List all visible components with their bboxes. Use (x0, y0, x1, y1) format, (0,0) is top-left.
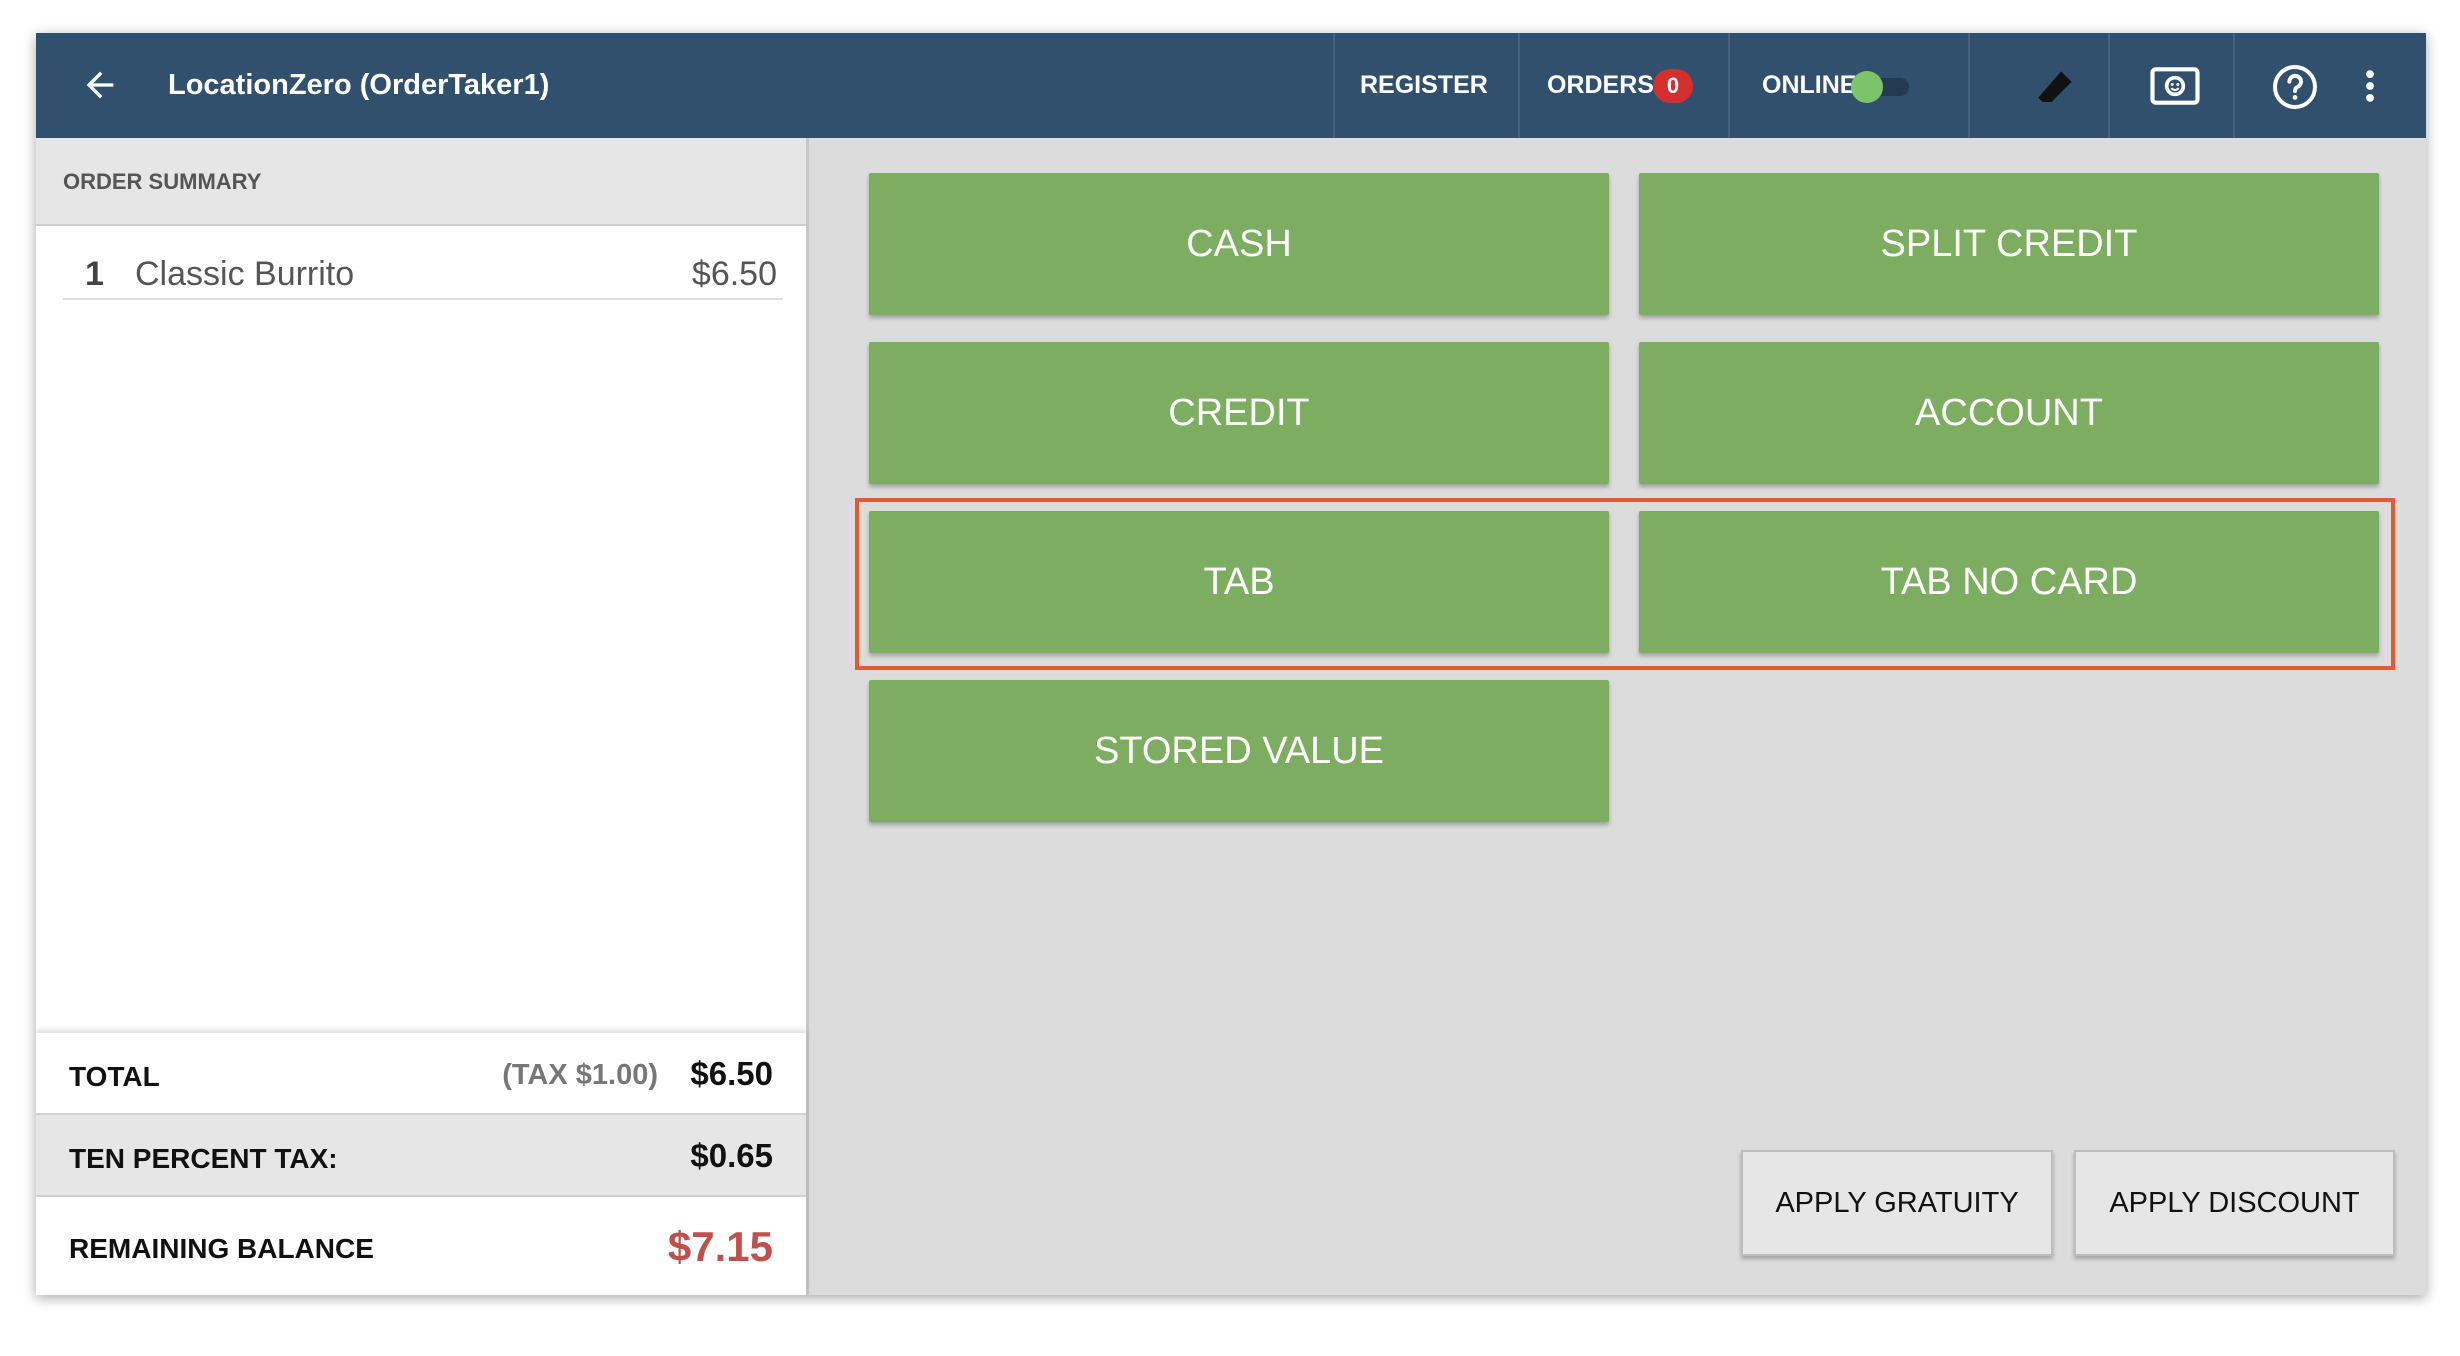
more-vertical-icon[interactable] (2364, 69, 2376, 103)
eraser-icon[interactable] (2034, 67, 2076, 109)
divider (2108, 33, 2110, 138)
divider (1518, 33, 1520, 138)
apply-discount-button[interactable]: APPLY DISCOUNT (2074, 1150, 2395, 1256)
tax-value: $0.65 (690, 1137, 773, 1174)
divider (1333, 33, 1335, 138)
page-title: LocationZero (OrderTaker1) (168, 69, 550, 101)
credit-button[interactable]: CREDIT (869, 342, 1609, 484)
total-value: $6.50 (690, 1055, 773, 1092)
toggle-thumb (1851, 71, 1883, 103)
remaining-balance-label: REMAINING BALANCE (69, 1233, 374, 1264)
divider (1968, 33, 1970, 138)
online-toggle[interactable] (1851, 71, 1913, 103)
cash-button[interactable]: CASH (869, 173, 1609, 315)
remaining-balance-row: REMAINING BALANCE $7.15 (36, 1197, 806, 1295)
top-app-bar: LocationZero (OrderTaker1) REGISTER ORDE… (36, 33, 2426, 138)
tab-options-highlight (855, 498, 2395, 670)
order-summary-heading: ORDER SUMMARY (63, 169, 262, 194)
register-button[interactable]: REGISTER (1360, 33, 1488, 138)
apply-gratuity-button[interactable]: APPLY GRATUITY (1741, 1150, 2053, 1256)
tax-row: TEN PERCENT TAX: $0.65 (36, 1115, 806, 1197)
tax-label: TEN PERCENT TAX: (69, 1143, 338, 1174)
total-label: TOTAL (69, 1061, 160, 1092)
item-name: Classic Burrito (135, 255, 355, 293)
divider (1728, 33, 1730, 138)
totals-section: TOTAL (TAX $1.00) $6.50 TEN PERCENT TAX:… (36, 1033, 806, 1295)
item-quantity: 1 (85, 255, 104, 293)
orders-count-badge: 0 (1653, 69, 1693, 103)
order-line-item[interactable]: 1 Classic Burrito $6.50 (63, 250, 783, 300)
order-summary-header: ORDER SUMMARY (36, 138, 806, 226)
account-button[interactable]: ACCOUNT (1639, 342, 2379, 484)
pos-window: LocationZero (OrderTaker1) REGISTER ORDE… (36, 33, 2426, 1295)
total-row: TOTAL (TAX $1.00) $6.50 (36, 1033, 806, 1115)
help-circle-icon[interactable] (2271, 63, 2319, 111)
cash-drawer-icon[interactable] (2150, 66, 2200, 106)
orders-button[interactable]: ORDERS (1547, 33, 1654, 138)
back-arrow-icon[interactable] (80, 65, 120, 105)
stored-value-button[interactable]: STORED VALUE (869, 680, 1609, 822)
divider (2233, 33, 2235, 138)
tax-note: (TAX $1.00) (502, 1059, 658, 1091)
item-price: $6.50 (691, 255, 777, 293)
online-label: ONLINE (1762, 71, 1857, 99)
remaining-balance-value: $7.15 (667, 1223, 773, 1270)
order-summary-panel: ORDER SUMMARY 1 Classic Burrito $6.50 TO… (36, 138, 809, 1295)
split-credit-button[interactable]: SPLIT CREDIT (1639, 173, 2379, 315)
